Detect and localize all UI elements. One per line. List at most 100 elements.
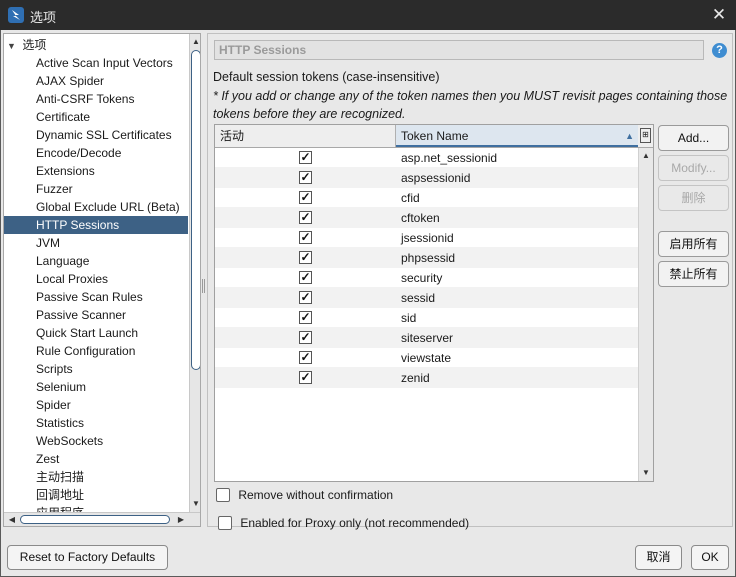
active-checkbox[interactable]: ✓ bbox=[299, 271, 312, 284]
token-name-cell: cftoken bbox=[401, 211, 440, 225]
table-row[interactable]: ✓ cfid bbox=[215, 188, 638, 208]
tree-item[interactable]: Zest bbox=[4, 450, 188, 468]
token-name-cell: sid bbox=[401, 311, 417, 325]
table-row[interactable]: ✓ jsessionid bbox=[215, 228, 638, 248]
table-row[interactable]: ✓ sessid bbox=[215, 288, 638, 308]
splitter-grip-icon[interactable] bbox=[202, 279, 205, 293]
tree-vertical-scrollbar[interactable]: ▲ ▼ bbox=[189, 34, 200, 512]
scroll-up-icon[interactable]: ▲ bbox=[639, 150, 653, 162]
tree-item[interactable]: Passive Scan Rules bbox=[4, 288, 188, 306]
remove-without-confirmation-option[interactable]: Remove without confirmation bbox=[216, 486, 393, 502]
tree-root[interactable]: ▼ 选项 bbox=[7, 36, 46, 54]
table-vertical-scrollbar[interactable]: ▲ ▼ bbox=[638, 148, 653, 481]
active-checkbox[interactable]: ✓ bbox=[299, 231, 312, 244]
column-header-active[interactable]: 活动 bbox=[215, 125, 396, 147]
enable-all-button[interactable]: 启用所有 bbox=[658, 231, 729, 257]
table-row[interactable]: ✓ aspsessionid bbox=[215, 168, 638, 188]
ok-button[interactable]: OK bbox=[691, 545, 729, 570]
tree-item[interactable]: HTTP Sessions bbox=[4, 216, 188, 234]
active-checkbox[interactable]: ✓ bbox=[299, 171, 312, 184]
tree-item[interactable]: Selenium bbox=[4, 378, 188, 396]
column-header-token-name[interactable]: Token Name ▲ bbox=[396, 125, 638, 147]
delete-button[interactable]: 删除 bbox=[658, 185, 729, 211]
token-name-cell: phpsessid bbox=[401, 251, 456, 265]
tree-item[interactable]: AJAX Spider bbox=[4, 72, 188, 90]
active-checkbox[interactable]: ✓ bbox=[299, 191, 312, 204]
remove-without-confirmation-label: Remove without confirmation bbox=[238, 487, 394, 502]
tree-item[interactable]: Fuzzer bbox=[4, 180, 188, 198]
zap-lightning-icon bbox=[8, 7, 24, 23]
table-row[interactable]: ✓ viewstate bbox=[215, 348, 638, 368]
token-name-cell: sessid bbox=[401, 291, 436, 305]
note-text: * If you add or change any of the token … bbox=[213, 89, 728, 121]
tree-item[interactable]: JVM bbox=[4, 234, 188, 252]
active-checkbox[interactable]: ✓ bbox=[299, 371, 312, 384]
tree-item[interactable]: Statistics bbox=[4, 414, 188, 432]
tree-item[interactable]: WebSockets bbox=[4, 432, 188, 450]
token-name-cell: cfid bbox=[401, 191, 420, 205]
table-header: 活动 Token Name ▲ ⊞ bbox=[215, 125, 653, 148]
scrollbar-thumb[interactable] bbox=[20, 515, 170, 524]
tree-item[interactable]: Scripts bbox=[4, 360, 188, 378]
active-checkbox[interactable]: ✓ bbox=[299, 211, 312, 224]
scroll-left-icon[interactable]: ◀ bbox=[6, 513, 18, 526]
column-control-icon[interactable]: ⊞ bbox=[640, 128, 651, 143]
close-icon[interactable]: ✕ bbox=[708, 4, 730, 26]
active-checkbox[interactable]: ✓ bbox=[299, 311, 312, 324]
reset-factory-defaults-button[interactable]: Reset to Factory Defaults bbox=[7, 545, 168, 570]
token-name-cell: viewstate bbox=[401, 351, 452, 365]
enabled-for-proxy-only-option[interactable]: Enabled for Proxy only (not recommended) bbox=[218, 514, 469, 530]
enabled-for-proxy-only-checkbox[interactable] bbox=[218, 515, 232, 530]
chevron-down-icon[interactable]: ▼ bbox=[7, 37, 19, 55]
table-row[interactable]: ✓ zenid bbox=[215, 368, 638, 388]
table-row[interactable]: ✓ asp.net_sessionid bbox=[215, 148, 638, 168]
add-button[interactable]: Add... bbox=[658, 125, 729, 151]
table-row[interactable]: ✓ security bbox=[215, 268, 638, 288]
tree-item[interactable]: Encode/Decode bbox=[4, 144, 188, 162]
options-tree: ▼ 选项 Active Scan Input Vectors AJAX Spide… bbox=[3, 33, 201, 527]
active-checkbox[interactable]: ✓ bbox=[299, 351, 312, 364]
tree-item[interactable]: Dynamic SSL Certificates bbox=[4, 126, 188, 144]
scroll-down-icon[interactable]: ▼ bbox=[190, 498, 200, 510]
active-checkbox[interactable]: ✓ bbox=[299, 291, 312, 304]
http-sessions-panel: HTTP Sessions ? Default session tokens (… bbox=[207, 33, 733, 530]
cancel-button[interactable]: 取消 bbox=[635, 545, 682, 570]
title-bar: 选项 ✕ bbox=[0, 0, 736, 30]
tree-item[interactable]: Active Scan Input Vectors bbox=[4, 54, 188, 72]
table-row[interactable]: ✓ siteserver bbox=[215, 328, 638, 348]
table-row[interactable]: ✓ sid bbox=[215, 308, 638, 328]
token-name-cell: asp.net_sessionid bbox=[401, 151, 498, 165]
tree-item[interactable]: Quick Start Launch bbox=[4, 324, 188, 342]
tree-item[interactable]: Extensions bbox=[4, 162, 188, 180]
active-checkbox[interactable]: ✓ bbox=[299, 151, 312, 164]
tree-item[interactable]: Passive Scanner bbox=[4, 306, 188, 324]
active-checkbox[interactable]: ✓ bbox=[299, 331, 312, 344]
token-name-cell: siteserver bbox=[401, 331, 454, 345]
table-row[interactable]: ✓ cftoken bbox=[215, 208, 638, 228]
tree-item[interactable]: Global Exclude URL (Beta) bbox=[4, 198, 188, 216]
tree-item[interactable]: 主动扫描 bbox=[4, 468, 188, 486]
column-header-label: Token Name bbox=[401, 129, 469, 143]
modify-button[interactable]: Modify... bbox=[658, 155, 729, 181]
tree-item[interactable]: Language bbox=[4, 252, 188, 270]
token-name-cell: zenid bbox=[401, 371, 430, 385]
table-row[interactable]: ✓ phpsessid bbox=[215, 248, 638, 268]
tree-horizontal-scrollbar[interactable]: ◀ ▶ bbox=[4, 512, 200, 526]
tree-item[interactable]: Certificate bbox=[4, 108, 188, 126]
tree-root-label: 选项 bbox=[22, 38, 47, 52]
tree-item[interactable]: Spider bbox=[4, 396, 188, 414]
scroll-up-icon[interactable]: ▲ bbox=[190, 36, 200, 48]
tree-item[interactable]: Anti-CSRF Tokens bbox=[4, 90, 188, 108]
help-icon[interactable]: ? bbox=[712, 43, 727, 58]
active-checkbox[interactable]: ✓ bbox=[299, 251, 312, 264]
tree-item[interactable]: Local Proxies bbox=[4, 270, 188, 288]
scrollbar-thumb[interactable] bbox=[191, 50, 200, 370]
enabled-for-proxy-only-label: Enabled for Proxy only (not recommended) bbox=[240, 515, 470, 530]
remove-without-confirmation-checkbox[interactable] bbox=[216, 487, 230, 502]
disable-all-button[interactable]: 禁止所有 bbox=[658, 261, 729, 287]
token-name-cell: security bbox=[401, 271, 443, 285]
tree-item[interactable]: 回调地址 bbox=[4, 486, 188, 504]
scroll-right-icon[interactable]: ▶ bbox=[175, 513, 187, 526]
tree-item[interactable]: Rule Configuration bbox=[4, 342, 188, 360]
scroll-down-icon[interactable]: ▼ bbox=[639, 467, 653, 479]
